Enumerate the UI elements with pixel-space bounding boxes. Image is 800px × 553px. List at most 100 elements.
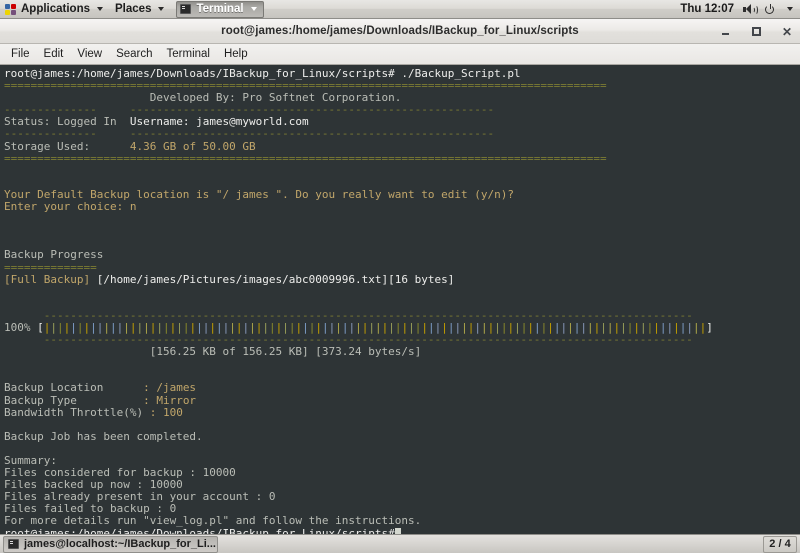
progress-bar-tick: | bbox=[620, 320, 627, 334]
progress-bar-tick: | bbox=[302, 320, 309, 334]
power-icon[interactable] bbox=[765, 3, 776, 15]
terminal-icon bbox=[180, 4, 192, 14]
terminal-text: Backup Job has been completed. bbox=[4, 429, 203, 443]
progress-bar-tick: | bbox=[428, 320, 435, 334]
places-menu-label: Places bbox=[115, 3, 152, 15]
maximize-button[interactable] bbox=[749, 25, 763, 39]
progress-bar-tick: | bbox=[514, 320, 521, 334]
top-panel: Applications Places Terminal Thu 12:07 bbox=[0, 0, 800, 19]
terminal-text: Files backed up now : 10000 bbox=[4, 478, 183, 492]
progress-bar-tick: | bbox=[282, 320, 289, 334]
terminal-text: Status: Logged In bbox=[4, 115, 130, 129]
progress-bar-tick: | bbox=[322, 320, 329, 334]
progress-bar-tick: | bbox=[653, 320, 660, 334]
progress-bar-tick: | bbox=[580, 320, 587, 334]
chevron-down-icon[interactable] bbox=[787, 7, 793, 11]
terminal-text: ] bbox=[706, 320, 713, 334]
progress-bar-tick: | bbox=[441, 320, 448, 334]
progress-bar-tick: | bbox=[235, 320, 243, 334]
progress-bar-tick: | bbox=[143, 320, 150, 334]
terminal-text: [/home/james/Pictures/images/abc0009996.… bbox=[96, 272, 455, 286]
terminal-text: ========================================… bbox=[4, 151, 607, 165]
terminal-line: ========================================… bbox=[4, 151, 800, 165]
terminal-text: ----------------------------------------… bbox=[129, 127, 495, 141]
progress-bar-tick: | bbox=[534, 320, 541, 334]
menu-bar: File Edit View Search Terminal Help bbox=[0, 44, 800, 65]
workspace-indicator: 2 / 4 bbox=[769, 538, 791, 550]
progress-bar-tick: | bbox=[408, 320, 415, 334]
progress-bar-tick: | bbox=[527, 320, 534, 334]
terminal-text: Your Default Backup location is "/ james… bbox=[4, 187, 514, 201]
terminal-text: Developed By: Pro Softnet Corporation. bbox=[4, 91, 402, 105]
minimize-button[interactable] bbox=[718, 25, 732, 39]
menu-edit[interactable]: Edit bbox=[37, 45, 71, 64]
progress-bar-tick: | bbox=[90, 320, 97, 334]
progress-bar-tick: | bbox=[659, 320, 667, 334]
chevron-down-icon bbox=[158, 7, 165, 11]
close-button[interactable]: ✕ bbox=[780, 25, 794, 39]
progress-bar-tick: | bbox=[547, 320, 554, 334]
progress-bar-tick: | bbox=[262, 320, 269, 334]
clock[interactable]: Thu 12:07 bbox=[680, 3, 734, 15]
volume-icon[interactable] bbox=[743, 3, 758, 15]
window-list-item-terminal[interactable]: Terminal bbox=[176, 0, 264, 18]
terminal-text: ----------------------------------------… bbox=[4, 308, 693, 322]
progress-bar-tick: | bbox=[600, 320, 607, 334]
workspace-switcher[interactable]: 2 / 4 bbox=[763, 535, 797, 553]
terminal-text: Backup Progress bbox=[4, 248, 104, 262]
progress-bar-tick: | bbox=[461, 320, 468, 334]
applications-menu-icon bbox=[5, 3, 16, 15]
menu-terminal[interactable]: Terminal bbox=[160, 45, 217, 64]
terminal-line: Backup Job has been completed. bbox=[4, 429, 800, 443]
menu-search[interactable]: Search bbox=[109, 45, 159, 64]
progress-bar-tick: | bbox=[633, 320, 640, 334]
terminal-text: [156.25 KB of 156.25 KB] [373.24 bytes/s… bbox=[4, 345, 422, 359]
terminal-text: 100% bbox=[4, 320, 38, 334]
progress-bar-tick: | bbox=[196, 320, 203, 334]
progress-bar-tick: | bbox=[76, 320, 84, 334]
progress-bar-tick: | bbox=[163, 320, 170, 334]
terminal-text: 4.36 GB of 50.00 GB bbox=[129, 139, 256, 153]
menu-help[interactable]: Help bbox=[217, 45, 255, 64]
progress-bar-tick: | bbox=[500, 320, 508, 334]
terminal-text: Files considered for backup : 10000 bbox=[4, 466, 236, 480]
terminal-text: ============== bbox=[4, 260, 97, 274]
progress-bar-tick: | bbox=[103, 320, 110, 334]
progress-bar-tick: | bbox=[335, 320, 342, 334]
terminal-text: Username: james@myworld.com bbox=[129, 115, 309, 129]
places-menu[interactable]: Places bbox=[109, 0, 170, 18]
progress-bar-tick: | bbox=[553, 320, 561, 334]
progress-bar-tick: | bbox=[209, 320, 216, 334]
terminal-window: root@james:/home/james/Downloads/IBackup… bbox=[0, 19, 800, 534]
applications-menu-label: Applications bbox=[21, 3, 91, 15]
progress-bar-tick: | bbox=[315, 320, 322, 334]
terminal-text: [Full Backup] bbox=[4, 272, 97, 286]
progress-bar-tick: | bbox=[375, 320, 382, 334]
terminal-text: Summary: bbox=[4, 454, 57, 467]
progress-bar-tick: | bbox=[606, 320, 614, 334]
chevron-down-icon bbox=[97, 7, 104, 11]
progress-bar-tick: | bbox=[129, 320, 137, 334]
terminal-text: Backup Location bbox=[4, 381, 144, 395]
progress-bar-tick: | bbox=[269, 320, 276, 334]
window-controls: ✕ bbox=[718, 19, 794, 44]
terminal-line: Enter your choice: n bbox=[4, 200, 800, 213]
menu-file[interactable]: File bbox=[4, 45, 37, 64]
progress-bar-tick: | bbox=[216, 320, 223, 334]
menu-view[interactable]: View bbox=[70, 45, 109, 64]
applications-menu[interactable]: Applications bbox=[0, 0, 109, 18]
taskbar-item-terminal[interactable]: james@localhost:~/IBackup_for_Li... bbox=[3, 535, 218, 553]
progress-bar-tick: | bbox=[176, 320, 183, 334]
window-titlebar[interactable]: root@james:/home/james/Downloads/IBackup… bbox=[0, 19, 800, 44]
terminal-text: -------------- bbox=[4, 103, 130, 117]
progress-bar-tick: | bbox=[640, 320, 647, 334]
terminal-output[interactable]: root@james:/home/james/Downloads/IBackup… bbox=[0, 65, 800, 534]
progress-bar-tick: | bbox=[421, 320, 428, 334]
progress-bar-tick: | bbox=[341, 320, 349, 334]
terminal-text: Files failed to backup : 0 bbox=[4, 502, 177, 516]
